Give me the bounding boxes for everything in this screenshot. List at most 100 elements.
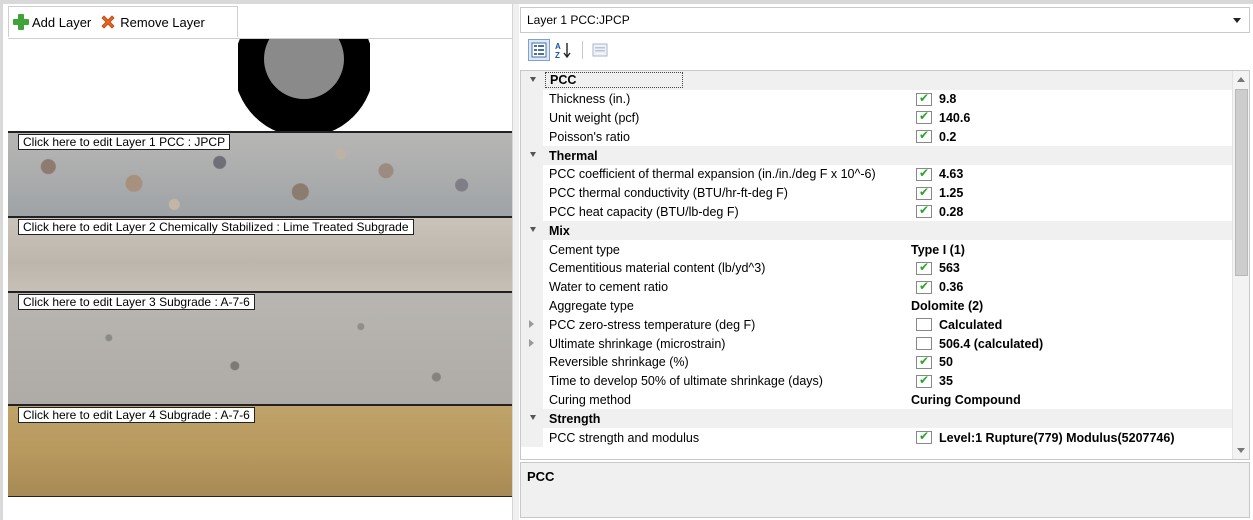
- scroll-down-arrow-icon[interactable]: [1237, 448, 1245, 453]
- category-label: Mix: [549, 223, 570, 238]
- property-value[interactable]: 0.2: [937, 130, 956, 144]
- checkbox-cell: [911, 128, 937, 144]
- checked-checkbox[interactable]: [916, 166, 932, 181]
- property-value[interactable]: 50: [937, 355, 953, 369]
- property-row[interactable]: PCC thermal conductivity (BTU/hr-ft-deg …: [521, 183, 1249, 203]
- checked-checkbox[interactable]: [916, 354, 932, 369]
- property-row[interactable]: PCC zero-stress temperature (deg F) Calcu…: [521, 315, 1249, 335]
- property-value[interactable]: Type I (1): [911, 243, 965, 257]
- scroll-up-arrow-icon[interactable]: [1237, 77, 1245, 82]
- category-row-strength[interactable]: Strength: [521, 409, 1249, 429]
- property-name: Water to cement ratio: [549, 280, 669, 295]
- checkbox-cell: [911, 429, 937, 445]
- sort-az-icon: A Z: [555, 42, 571, 59]
- property-value[interactable]: Dolomite (2): [911, 299, 983, 313]
- property-value[interactable]: 140.6: [937, 111, 970, 125]
- collapse-triangle-icon[interactable]: [521, 409, 543, 429]
- property-value[interactable]: 506.4 (calculated): [937, 337, 1043, 351]
- collapse-triangle-icon[interactable]: [521, 221, 543, 241]
- checked-checkbox[interactable]: [916, 279, 932, 294]
- checked-checkbox[interactable]: [916, 203, 932, 219]
- checked-checkbox[interactable]: [916, 260, 932, 275]
- remove-layer-button[interactable]: Remove Layer: [95, 9, 209, 35]
- checked-checkbox[interactable]: [916, 429, 932, 445]
- property-row[interactable]: Cement type Type I (1): [521, 240, 1249, 259]
- property-row[interactable]: Reversible shrinkage (%) 50: [521, 352, 1249, 372]
- vertical-scrollbar[interactable]: [1232, 71, 1249, 459]
- property-value[interactable]: 4.63: [937, 167, 963, 181]
- unchecked-checkbox[interactable]: [916, 337, 932, 351]
- property-value[interactable]: 0.36: [937, 280, 963, 294]
- property-name: Aggregate type: [549, 298, 634, 313]
- row-gutter: [521, 334, 543, 353]
- property-value[interactable]: 1.25: [937, 186, 963, 200]
- property-value[interactable]: Curing Compound: [911, 393, 1021, 407]
- category-name: PCC: [543, 72, 911, 89]
- checked-checkbox[interactable]: [916, 373, 932, 388]
- row-gutter: [521, 108, 543, 128]
- property-row[interactable]: Curing method Curing Compound: [521, 390, 1249, 410]
- layer-3-edit-link[interactable]: Click here to edit Layer 3 Subgrade : A-…: [18, 294, 255, 310]
- property-row[interactable]: Cementitious material content (lb/yd^3) 5…: [521, 258, 1249, 278]
- categorized-view-button[interactable]: [528, 39, 550, 61]
- layer-1-edit-link[interactable]: Click here to edit Layer 1 PCC : JPCP: [18, 134, 231, 150]
- property-row[interactable]: Thickness (in.) 9.8: [521, 89, 1249, 109]
- unchecked-checkbox[interactable]: [916, 318, 932, 332]
- property-grid-rows: PCC Thickness (in.) 9.8 Unit weight (pcf) 14…: [521, 71, 1249, 447]
- expand-triangle-icon[interactable]: [529, 339, 534, 348]
- layer-dropdown-value: Layer 1 PCC:JPCP: [527, 13, 630, 27]
- description-title: PCC: [527, 469, 555, 484]
- checked-checkbox[interactable]: [916, 128, 932, 144]
- expand-triangle-icon[interactable]: [529, 320, 534, 329]
- layer-dropdown[interactable]: Layer 1 PCC:JPCP: [520, 7, 1250, 33]
- collapse-triangle-icon[interactable]: [521, 71, 543, 90]
- checkbox-cell: [911, 109, 937, 125]
- property-pages-button[interactable]: [589, 39, 611, 61]
- row-gutter: [521, 164, 543, 184]
- category-row-mix[interactable]: Mix: [521, 221, 1249, 241]
- checkbox-cell: [911, 203, 937, 219]
- layer-2-edit-link[interactable]: Click here to edit Layer 2 Chemically St…: [18, 219, 414, 235]
- layer-4-subgrade-block[interactable]: Click here to edit Layer 4 Subgrade : A-…: [8, 404, 512, 497]
- property-row[interactable]: PCC heat capacity (BTU/lb-deg F) 0.28: [521, 202, 1249, 222]
- add-layer-button[interactable]: Add Layer: [9, 9, 95, 35]
- layer-2-stabilized-block[interactable]: Click here to edit Layer 2 Chemically St…: [8, 216, 512, 293]
- layer-4-edit-link[interactable]: Click here to edit Layer 4 Subgrade : A-…: [18, 407, 255, 423]
- checkbox-cell: [911, 318, 937, 332]
- property-row[interactable]: Poisson's ratio 0.2: [521, 127, 1249, 147]
- checked-checkbox[interactable]: [916, 185, 932, 200]
- collapse-triangle-icon[interactable]: [521, 146, 543, 165]
- property-row[interactable]: Ultimate shrinkage (microstrain) 506.4 (c…: [521, 334, 1249, 353]
- window-frame-left: [0, 0, 3, 520]
- row-gutter: [521, 202, 543, 222]
- checked-checkbox[interactable]: [916, 109, 932, 125]
- property-value[interactable]: 563: [937, 261, 960, 275]
- property-name: PCC heat capacity (BTU/lb-deg F): [549, 204, 739, 219]
- row-gutter: [521, 258, 543, 278]
- property-value[interactable]: 9.8: [937, 92, 956, 106]
- checkbox-cell: [911, 185, 937, 200]
- layer-1-pcc-block[interactable]: Click here to edit Layer 1 PCC : JPCP: [8, 131, 512, 218]
- property-row[interactable]: Unit weight (pcf) 140.6: [521, 108, 1249, 128]
- property-value[interactable]: Level:1 Rupture(779) Modulus(5207746): [937, 431, 1175, 445]
- category-row-thermal[interactable]: Thermal: [521, 146, 1249, 165]
- property-row[interactable]: PCC coefficient of thermal expansion (in…: [521, 164, 1249, 184]
- layer-3-subgrade-block[interactable]: Click here to edit Layer 3 Subgrade : A-…: [8, 291, 512, 406]
- property-name: PCC coefficient of thermal expansion (in…: [549, 167, 876, 182]
- property-name: Curing method: [549, 392, 631, 407]
- scrollbar-thumb[interactable]: [1235, 89, 1248, 276]
- property-row[interactable]: Water to cement ratio 0.36: [521, 277, 1249, 297]
- properties-pane: Layer 1 PCC:JPCP A Z PCC Thickness (in.)…: [520, 4, 1253, 520]
- property-value[interactable]: 0.28: [937, 205, 963, 219]
- property-row[interactable]: Time to develop 50% of ultimate shrinkag…: [521, 371, 1249, 391]
- row-gutter: [521, 315, 543, 335]
- property-value[interactable]: Calculated: [937, 318, 1002, 332]
- category-row-pcc[interactable]: PCC: [521, 71, 1249, 90]
- property-value[interactable]: 35: [937, 374, 953, 388]
- property-row[interactable]: Aggregate type Dolomite (2): [521, 296, 1249, 316]
- alphabetical-sort-button[interactable]: A Z: [552, 39, 574, 61]
- checked-checkbox[interactable]: [916, 91, 932, 106]
- property-row[interactable]: PCC strength and modulus Level:1 Rupture(…: [521, 428, 1249, 447]
- row-gutter: [521, 352, 543, 372]
- pane-splitter[interactable]: [512, 4, 519, 520]
